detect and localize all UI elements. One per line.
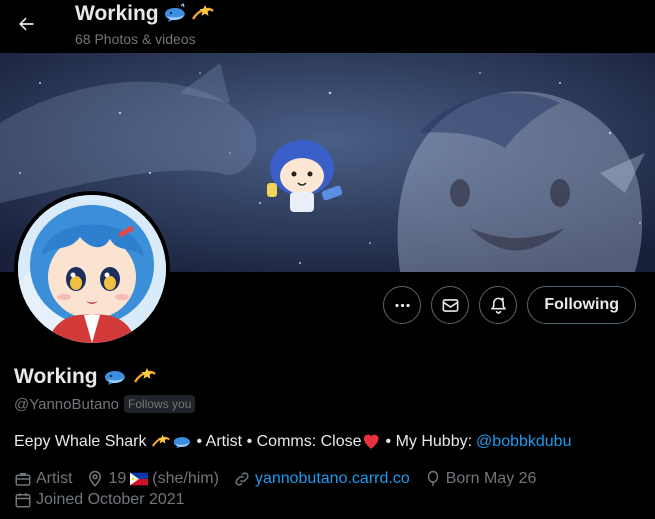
profile-bio: Eepy Whale Shark • Artist • Comms: Close… bbox=[14, 433, 571, 451]
profile-meta: Artist 19 (she/him) yannobutano.carrd.co… bbox=[14, 470, 550, 488]
link-icon bbox=[235, 472, 249, 486]
whale-emoji-icon bbox=[164, 3, 185, 22]
website-link[interactable]: yannobutano.carrd.co bbox=[255, 470, 410, 488]
profession-item: Artist bbox=[14, 470, 72, 488]
message-button[interactable] bbox=[431, 286, 470, 324]
notify-bell-icon bbox=[490, 297, 507, 314]
profile-meta-joined: Joined October 2021 bbox=[14, 491, 199, 509]
bio-text: Eepy Whale Shark bbox=[14, 433, 147, 450]
back-arrow-icon bbox=[19, 17, 34, 31]
bio-part-hubby: • My Hubby: bbox=[385, 433, 473, 450]
pronouns-text: (she/him) bbox=[152, 470, 219, 487]
header-title-row: Working bbox=[75, 2, 215, 26]
location-age-text: 19 bbox=[108, 470, 127, 487]
birthday-text: Born May 26 bbox=[445, 470, 537, 487]
joined-text: Joined October 2021 bbox=[36, 491, 185, 508]
red-heart-emoji-icon bbox=[363, 434, 379, 450]
more-button[interactable] bbox=[383, 286, 422, 324]
briefcase-icon bbox=[15, 473, 31, 486]
bio-mention-link[interactable]: @bobbkdubu bbox=[476, 433, 571, 451]
display-name-row: Working bbox=[14, 365, 158, 389]
dizzy-star-emoji-icon bbox=[133, 368, 156, 383]
calendar-icon bbox=[15, 493, 31, 508]
handle-row: @YannoButano Follows you bbox=[14, 395, 196, 413]
header-subtitle: 68 Photos & videos bbox=[75, 31, 196, 47]
following-button[interactable]: Following bbox=[527, 286, 636, 324]
whale-emoji-icon bbox=[104, 371, 125, 385]
location-pin-icon bbox=[89, 470, 102, 487]
avatar-image bbox=[18, 195, 166, 343]
whale-emoji-icon bbox=[173, 437, 190, 449]
profile-actions: Following bbox=[383, 286, 636, 324]
display-name: Working bbox=[14, 365, 98, 388]
birthday-item: Born May 26 bbox=[424, 470, 537, 488]
profession-text: Artist bbox=[36, 470, 73, 487]
website-item: yannobutano.carrd.co bbox=[233, 470, 410, 488]
message-icon bbox=[442, 298, 459, 312]
dizzy-star-emoji-icon bbox=[151, 434, 170, 447]
bio-part-artist: • Artist • Comms: Close bbox=[196, 433, 362, 450]
notify-button[interactable] bbox=[479, 286, 518, 324]
more-icon bbox=[395, 303, 410, 307]
balloon-icon bbox=[427, 470, 438, 486]
back-button[interactable] bbox=[10, 8, 42, 40]
philippines-flag-icon bbox=[130, 472, 149, 486]
follows-you-badge: Follows you bbox=[124, 395, 196, 413]
top-bar: Working 68 Photos & videos bbox=[0, 0, 655, 53]
header-title: Working bbox=[75, 2, 159, 25]
user-handle: @YannoButano bbox=[14, 395, 120, 413]
location-item: 19 (she/him) bbox=[86, 470, 219, 488]
joined-item: Joined October 2021 bbox=[14, 491, 185, 509]
avatar[interactable] bbox=[14, 191, 170, 347]
dizzy-star-emoji-icon bbox=[191, 5, 214, 20]
